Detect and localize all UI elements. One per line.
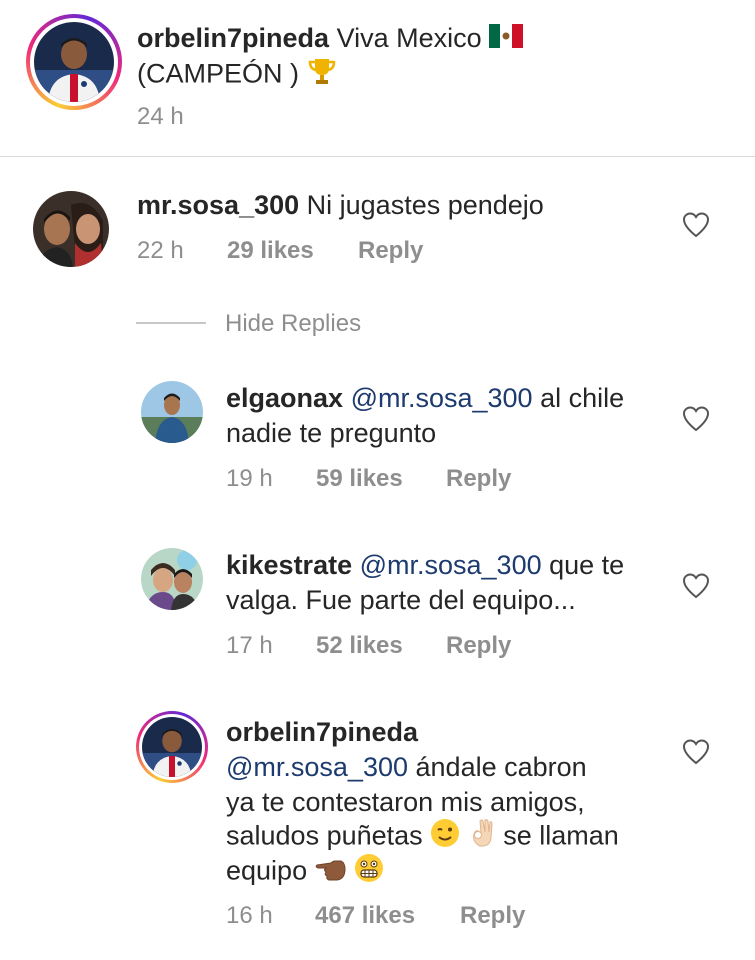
reply-3-username[interactable]: orbelin7pineda <box>226 717 418 747</box>
winking-face-icon <box>430 818 460 857</box>
reply-2-mention[interactable]: @mr.sosa_300 <box>360 550 542 580</box>
post-caption-line2: (CAMPEÓN ) <box>137 58 299 89</box>
reply-2-avatar[interactable] <box>141 548 203 610</box>
reply-3-mention[interactable]: @mr.sosa_300 <box>226 752 408 782</box>
comment-username[interactable]: mr.sosa_300 <box>137 190 299 220</box>
mexico-flag-icon <box>489 22 524 57</box>
reply-3-line1: ándale cabron <box>415 752 587 782</box>
reply-3-line3b: se llaman <box>503 820 619 851</box>
comment-likes[interactable]: 29 likes <box>227 237 314 265</box>
heart-outline-icon[interactable] <box>682 212 710 238</box>
hide-replies-button[interactable]: Hide Replies <box>225 310 361 338</box>
reply-3-line4: equipo <box>226 855 308 886</box>
reply-3-avatar-ring[interactable] <box>136 711 208 783</box>
reply-1-likes[interactable]: 59 likes <box>316 465 403 493</box>
heart-outline-icon[interactable] <box>682 739 710 765</box>
reply-1-reply-button[interactable]: Reply <box>446 465 511 493</box>
reply-2-username[interactable]: kikestrate <box>226 550 352 580</box>
reply-3-reply-button[interactable]: Reply <box>460 902 525 930</box>
caption-divider <box>0 156 755 157</box>
heart-outline-icon[interactable] <box>682 573 710 599</box>
post-caption-line1: Viva Mexico <box>336 23 482 53</box>
reply-2-line1: que te <box>549 550 625 580</box>
reply-1-mention[interactable]: @mr.sosa_300 <box>351 383 533 413</box>
reply-1-line1: al chile <box>540 383 625 413</box>
grimacing-face-icon <box>354 853 384 892</box>
heart-outline-icon[interactable] <box>682 406 710 432</box>
comment-reply-button[interactable]: Reply <box>358 237 423 265</box>
trophy-icon <box>307 56 337 95</box>
reply-3-line3a: saludos puñetas <box>226 820 423 851</box>
comment-time: 22 h <box>137 237 184 264</box>
reply-2-likes[interactable]: 52 likes <box>316 632 403 660</box>
reply-3-avatar <box>142 717 202 777</box>
hide-replies-line <box>136 322 206 324</box>
reply-3-line2: ya te contestaron mis amigos, <box>226 787 585 817</box>
reply-2-time: 17 h <box>226 632 273 659</box>
reply-1-avatar[interactable] <box>141 381 203 443</box>
reply-1-username[interactable]: elgaonax <box>226 383 343 413</box>
reply-3-time: 16 h <box>226 902 273 929</box>
ok-hand-icon <box>468 818 496 857</box>
reply-1-time: 19 h <box>226 465 273 492</box>
reply-1-line2: nadie te pregunto <box>226 418 437 448</box>
comment-avatar[interactable] <box>33 191 109 267</box>
post-time: 24 h <box>137 103 184 130</box>
reply-2-line2: valga. Fue parte del equipo... <box>226 585 576 615</box>
post-avatar-ring[interactable] <box>26 14 122 110</box>
comment-text: Ni jugastes pendejo <box>306 190 544 220</box>
reply-2-reply-button[interactable]: Reply <box>446 632 511 660</box>
post-avatar <box>34 22 114 102</box>
post-username[interactable]: orbelin7pineda <box>137 23 329 53</box>
reply-3-likes[interactable]: 467 likes <box>315 902 415 930</box>
backhand-index-pointing-left-icon <box>315 853 347 892</box>
